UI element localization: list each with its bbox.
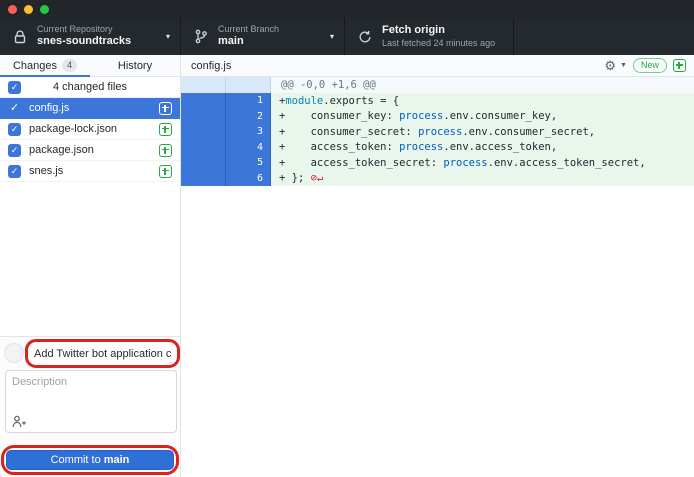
added-status-icon bbox=[159, 123, 172, 136]
diff-line-code: +module.exports = { bbox=[271, 93, 694, 109]
diff-pane: config.js ⚙ ▼ New @@ -0,0 +1,6 @@ 1 +mod… bbox=[181, 55, 694, 477]
changed-files-count: 4 changed files bbox=[0, 81, 180, 93]
tab-changes[interactable]: Changes 4 bbox=[0, 55, 90, 76]
github-desktop-window: Current Repository snes-soundtracks ▾ Cu… bbox=[0, 0, 694, 477]
new-line-number: 1 bbox=[226, 93, 270, 109]
fetch-origin-label: Fetch origin bbox=[382, 24, 495, 38]
changes-count-badge: 4 bbox=[62, 59, 77, 72]
current-branch-value: main bbox=[218, 35, 279, 49]
changed-files-header: 4 changed files bbox=[0, 77, 180, 98]
file-include-checkbox[interactable] bbox=[8, 102, 21, 115]
diff-line: 4 + access_token: process.env.access_tok… bbox=[181, 140, 694, 156]
hunk-header-row: @@ -0,0 +1,6 @@ bbox=[181, 77, 694, 93]
diff-line-gutter: 2 bbox=[181, 109, 271, 125]
diff-line-gutter: 1 bbox=[181, 93, 271, 109]
fetch-origin-sublabel: Last fetched 24 minutes ago bbox=[382, 38, 495, 49]
file-row[interactable]: snes.js bbox=[0, 161, 180, 182]
diff-line-code: + }; ⊘↵ bbox=[271, 171, 694, 187]
tab-history-label: History bbox=[118, 60, 152, 72]
diff-line: 1 +module.exports = { bbox=[181, 93, 694, 109]
commit-button-label: Commit to bbox=[51, 454, 101, 466]
tab-changes-label: Changes bbox=[13, 60, 57, 72]
file-include-checkbox[interactable] bbox=[8, 165, 21, 178]
file-name: package.json bbox=[29, 144, 159, 156]
diff-line-code: + access_token: process.env.access_token… bbox=[271, 140, 694, 156]
diff-line-code: + consumer_secret: process.env.consumer_… bbox=[271, 124, 694, 140]
new-line-number: 6 bbox=[226, 171, 270, 187]
file-list: config.js package-lock.json package.json… bbox=[0, 98, 180, 182]
fetch-origin-button[interactable]: Fetch origin Last fetched 24 minutes ago bbox=[345, 18, 514, 55]
toolbar: Current Repository snes-soundtracks ▾ Cu… bbox=[0, 18, 694, 55]
current-repository-button[interactable]: Current Repository snes-soundtracks ▾ bbox=[0, 18, 181, 55]
lock-icon bbox=[12, 29, 28, 45]
new-line-number: 5 bbox=[226, 155, 270, 171]
diff-header: config.js ⚙ ▼ New bbox=[181, 55, 694, 77]
diff-line-gutter: 5 bbox=[181, 155, 271, 171]
file-name: package-lock.json bbox=[29, 123, 159, 135]
chevron-down-icon[interactable]: ▼ bbox=[620, 62, 627, 69]
current-branch-label: Current Branch bbox=[218, 24, 279, 35]
new-line-number: 3 bbox=[226, 124, 270, 140]
gear-icon[interactable]: ⚙ bbox=[604, 59, 616, 72]
diff-line: 6 + }; ⊘↵ bbox=[181, 171, 694, 187]
file-row[interactable]: package-lock.json bbox=[0, 119, 180, 140]
commit-summary-input[interactable] bbox=[28, 343, 177, 364]
diff-line-gutter: 3 bbox=[181, 124, 271, 140]
file-added-icon bbox=[673, 59, 686, 72]
tab-history[interactable]: History bbox=[90, 55, 180, 76]
current-repository-label: Current Repository bbox=[37, 24, 131, 35]
git-branch-icon bbox=[193, 29, 209, 45]
hunk-gutter bbox=[181, 77, 271, 93]
diff-line-gutter: 6 bbox=[181, 171, 271, 187]
commit-form: Commit to main bbox=[0, 336, 180, 477]
chevron-down-icon: ▾ bbox=[330, 32, 334, 41]
sidebar-tabbar: Changes 4 History bbox=[0, 55, 180, 77]
new-file-badge: New bbox=[633, 58, 667, 73]
diff-line: 5 + access_token_secret: process.env.acc… bbox=[181, 155, 694, 171]
include-all-checkbox[interactable] bbox=[8, 81, 21, 94]
zoom-window-button[interactable] bbox=[40, 5, 49, 14]
current-branch-button[interactable]: Current Branch main ▾ bbox=[181, 18, 345, 55]
chevron-down-icon: ▾ bbox=[166, 32, 170, 41]
diff-line-code: + consumer_key: process.env.consumer_key… bbox=[271, 109, 694, 125]
diff-line: 2 + consumer_key: process.env.consumer_k… bbox=[181, 109, 694, 125]
changes-sidebar: Changes 4 History 4 changed files config… bbox=[0, 55, 181, 477]
commit-button-branch: main bbox=[104, 454, 130, 466]
description-box bbox=[5, 370, 177, 433]
hunk-header-text: @@ -0,0 +1,6 @@ bbox=[271, 77, 694, 93]
file-name: config.js bbox=[29, 102, 159, 114]
minimize-window-button[interactable] bbox=[24, 5, 33, 14]
file-include-checkbox[interactable] bbox=[8, 123, 21, 136]
file-include-checkbox[interactable] bbox=[8, 144, 21, 157]
file-row[interactable]: config.js bbox=[0, 98, 180, 119]
new-line-number: 4 bbox=[226, 140, 270, 156]
added-status-icon bbox=[159, 165, 172, 178]
diff-line: 3 + consumer_secret: process.env.consume… bbox=[181, 124, 694, 140]
sync-icon bbox=[357, 29, 373, 45]
diff-line-code: + access_token_secret: process.env.acces… bbox=[271, 155, 694, 171]
title-bar bbox=[0, 0, 694, 18]
avatar bbox=[4, 343, 24, 363]
main-area: Changes 4 History 4 changed files config… bbox=[0, 55, 694, 477]
added-status-icon bbox=[159, 102, 172, 115]
current-repository-value: snes-soundtracks bbox=[37, 35, 131, 49]
close-window-button[interactable] bbox=[8, 5, 17, 14]
file-row[interactable]: package.json bbox=[0, 140, 180, 161]
commit-description-input[interactable] bbox=[6, 371, 176, 413]
diff-lines: 1 +module.exports = { 2 + consumer_key: … bbox=[181, 93, 694, 186]
commit-to-main-button[interactable]: Commit to main bbox=[6, 450, 174, 470]
new-line-number: 2 bbox=[226, 109, 270, 125]
diff-file-name: config.js bbox=[191, 60, 604, 72]
added-status-icon bbox=[159, 144, 172, 157]
commit-button-highlight-annotation: Commit to main bbox=[1, 445, 179, 475]
summary-highlight-annotation bbox=[25, 339, 180, 368]
file-name: snes.js bbox=[29, 165, 159, 177]
add-coauthor-icon[interactable] bbox=[12, 415, 28, 428]
diff-line-gutter: 4 bbox=[181, 140, 271, 156]
